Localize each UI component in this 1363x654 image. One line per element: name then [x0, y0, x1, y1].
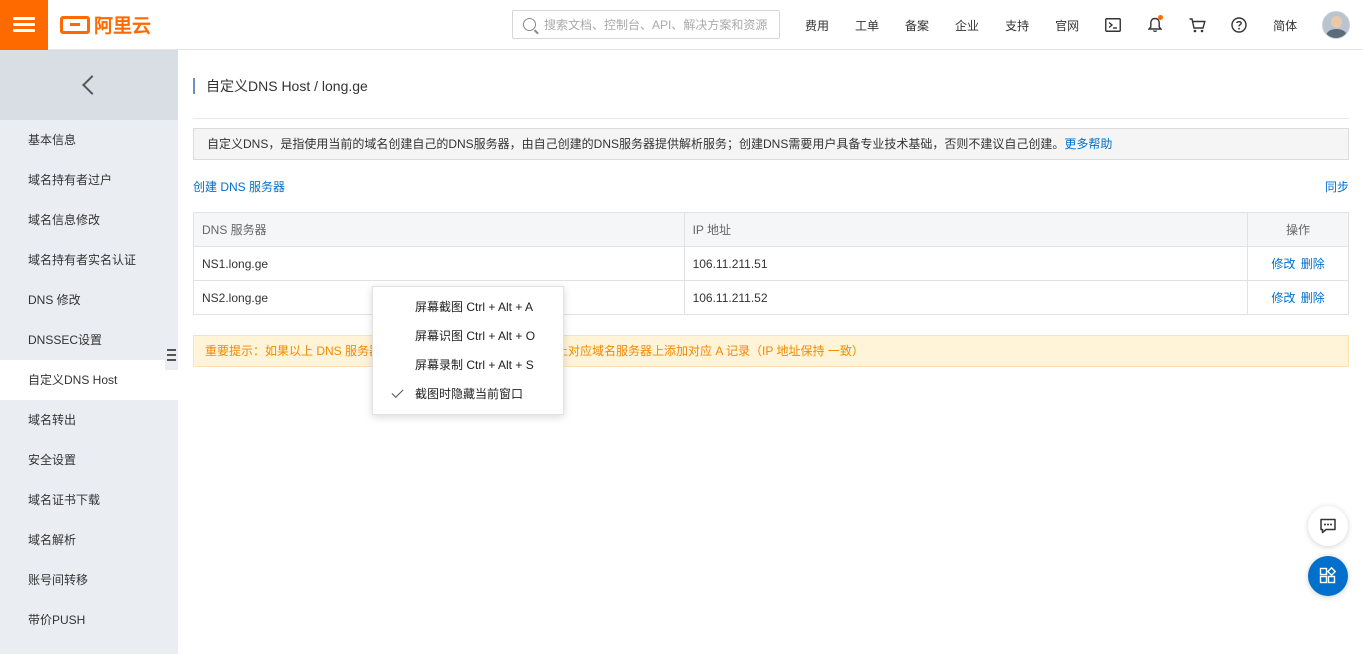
- sidebar-item-info-modify[interactable]: 域名信息修改: [0, 200, 178, 240]
- collapse-icon: [167, 349, 176, 351]
- logo-text: 阿里云: [94, 16, 152, 37]
- cell-ip: 106.11.211.52: [683, 280, 1249, 315]
- sidebar-item-custom-dns-host[interactable]: 自定义DNS Host: [0, 360, 178, 400]
- menu-item-screenshot[interactable]: 屏幕截图 Ctrl + Alt + A: [373, 293, 563, 322]
- table-row: NS1.long.ge 106.11.211.51 修改 删除: [193, 246, 1349, 281]
- dns-server-table: DNS 服务器 IP 地址 操作 NS1.long.ge 106.11.211.…: [193, 212, 1349, 315]
- nav-official-site[interactable]: 官网: [1042, 17, 1092, 34]
- create-dns-server-link[interactable]: 创建 DNS 服务器: [193, 178, 285, 195]
- sync-link[interactable]: 同步: [1325, 178, 1349, 195]
- sidebar-item-account-transfer[interactable]: 账号间转移: [0, 560, 178, 600]
- sidebar-item-certificate-download[interactable]: 域名证书下载: [0, 480, 178, 520]
- page-title: 自定义DNS Host / long.ge: [193, 78, 368, 94]
- sidebar: 基本信息 域名持有者过户 域名信息修改 域名持有者实名认证 DNS 修改 DNS…: [0, 50, 178, 654]
- notifications-button[interactable]: [1134, 0, 1176, 50]
- cell-dns-server: NS1.long.ge: [193, 246, 685, 281]
- divider: [193, 118, 1349, 119]
- cart-button[interactable]: [1176, 0, 1218, 50]
- column-header-dns-server: DNS 服务器: [193, 212, 685, 247]
- warning-text-left: 重要提示：如果以上 DNS 服务器: [205, 344, 382, 358]
- aliyun-logo[interactable]: 阿里云: [60, 11, 151, 38]
- hamburger-icon: [13, 14, 35, 35]
- search-icon: [523, 18, 536, 31]
- apps-icon: [1319, 567, 1337, 584]
- sidebar-item-priced-push[interactable]: 带价PUSH: [0, 600, 178, 640]
- help-button[interactable]: [1218, 0, 1260, 50]
- sidebar-item-dns-resolution[interactable]: 域名解析: [0, 520, 178, 560]
- edit-button[interactable]: 修改: [1271, 291, 1295, 305]
- cell-actions: 修改 删除: [1247, 246, 1349, 281]
- sidebar-item-transfer-out[interactable]: 域名转出: [0, 400, 178, 440]
- apps-button[interactable]: [1308, 556, 1348, 596]
- delete-button[interactable]: 删除: [1301, 257, 1325, 271]
- language-switch[interactable]: 简体: [1260, 17, 1310, 34]
- sidebar-item-basic-info[interactable]: 基本信息: [0, 120, 178, 160]
- column-header-actions: 操作: [1247, 212, 1349, 247]
- column-header-ip: IP 地址: [683, 212, 1249, 247]
- sidebar-item-security[interactable]: 安全设置: [0, 440, 178, 480]
- menu-item-label: 截图时隐藏当前窗口: [415, 387, 524, 401]
- sidebar-menu: 基本信息 域名持有者过户 域名信息修改 域名持有者实名认证 DNS 修改 DNS…: [0, 120, 178, 640]
- chat-icon: [1320, 518, 1336, 534]
- info-notice: 自定义DNS，是指使用当前的域名创建自己的DNS服务器，由自己创建的DNS服务器…: [193, 128, 1349, 160]
- sidebar-item-dnssec[interactable]: DNSSEC设置: [0, 320, 178, 360]
- back-button[interactable]: [0, 50, 178, 120]
- hamburger-menu-button[interactable]: [0, 0, 48, 50]
- cell-actions: 修改 删除: [1247, 280, 1349, 315]
- sidebar-item-holder-transfer[interactable]: 域名持有者过户: [0, 160, 178, 200]
- table-row: NS2.long.ge 106.11.211.52 修改 删除: [193, 280, 1349, 315]
- chat-button[interactable]: [1308, 506, 1348, 546]
- terminal-button[interactable]: [1092, 0, 1134, 50]
- screenshot-context-menu: 屏幕截图 Ctrl + Alt + A 屏幕识图 Ctrl + Alt + O …: [372, 286, 564, 415]
- edit-button[interactable]: 修改: [1271, 257, 1295, 271]
- user-avatar[interactable]: [1322, 11, 1351, 39]
- cell-ip: 106.11.211.51: [683, 246, 1249, 281]
- cart-icon: [1189, 17, 1206, 32]
- nav-icp[interactable]: 备案: [892, 17, 942, 34]
- top-navigation-bar: 阿里云 费用 工单 备案 企业 支持 官网 简体: [0, 0, 1363, 50]
- search-input[interactable]: [544, 17, 774, 32]
- chevron-left-icon: [82, 75, 102, 95]
- top-nav: 费用 工单 备案 企业 支持 官网 简体: [792, 0, 1351, 50]
- important-warning: 重要提示：如果以上 DNS 服务器 上对应域名服务器上添加对应 A 记录（IP 地…: [193, 335, 1349, 367]
- aliyun-logo-icon: [60, 15, 90, 34]
- nav-billing[interactable]: 费用: [792, 17, 842, 34]
- table-header-row: DNS 服务器 IP 地址 操作: [193, 212, 1349, 247]
- menu-item-screen-ocr[interactable]: 屏幕识图 Ctrl + Alt + O: [373, 322, 563, 351]
- sidebar-item-dns-modify[interactable]: DNS 修改: [0, 280, 178, 320]
- more-help-link[interactable]: 更多帮助: [1064, 137, 1112, 151]
- nav-enterprise[interactable]: 企业: [942, 17, 992, 34]
- menu-item-screen-record[interactable]: 屏幕录制 Ctrl + Alt + S: [373, 351, 563, 380]
- help-icon: [1231, 17, 1247, 33]
- search-box[interactable]: [512, 10, 780, 39]
- nav-tickets[interactable]: 工单: [842, 17, 892, 34]
- delete-button[interactable]: 删除: [1301, 291, 1325, 305]
- checkmark-icon: [391, 385, 404, 399]
- notification-dot: [1158, 15, 1164, 20]
- menu-item-hide-window[interactable]: 截图时隐藏当前窗口: [373, 380, 563, 409]
- collapse-sidebar-handle[interactable]: [165, 340, 178, 370]
- nav-support[interactable]: 支持: [992, 17, 1042, 34]
- warning-text-right: 上对应域名服务器上添加对应 A 记录（IP 地址保持 一致）: [556, 344, 864, 358]
- sidebar-item-realname-verify[interactable]: 域名持有者实名认证: [0, 240, 178, 280]
- terminal-icon: [1105, 18, 1122, 32]
- notice-text: 自定义DNS，是指使用当前的域名创建自己的DNS服务器，由自己创建的DNS服务器…: [207, 137, 1065, 151]
